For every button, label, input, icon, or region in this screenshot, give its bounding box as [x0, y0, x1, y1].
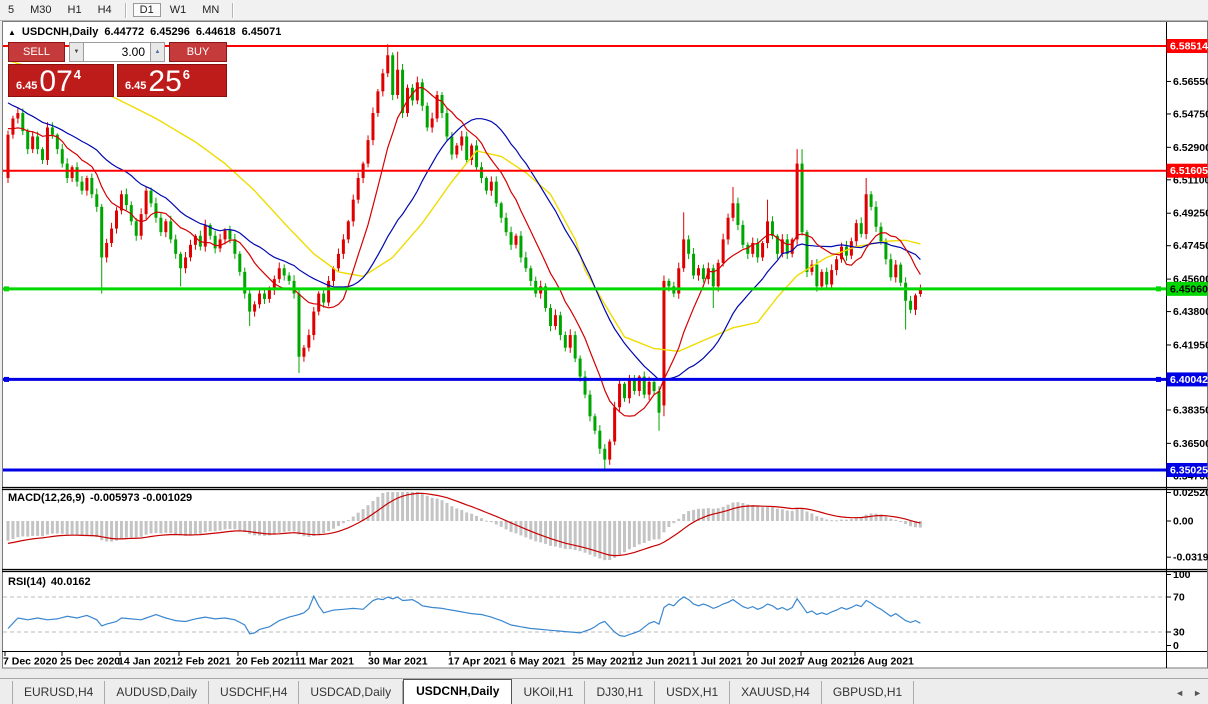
- svg-text:6.40042: 6.40042: [1170, 374, 1208, 386]
- tab-scroll-left-icon[interactable]: ◄: [1175, 688, 1184, 698]
- svg-text:6.52900: 6.52900: [1173, 142, 1208, 154]
- timeframe-button-w1[interactable]: W1: [163, 3, 194, 17]
- buy-price-pip: 6: [182, 67, 191, 82]
- chart-tab-usdx-h1[interactable]: USDX,H1: [655, 681, 731, 704]
- timeframe-toolbar: 5 M30 H1 H4 D1 W1 MN: [0, 0, 1208, 21]
- rsi-indicator-label: RSI(14) 40.0162: [8, 576, 91, 588]
- chart-tab-ukoil-h1[interactable]: UKOil,H1: [512, 681, 586, 704]
- chart-symbol-period: USDCNH,Daily: [21, 26, 99, 38]
- timeframe-button-d1[interactable]: D1: [132, 3, 161, 17]
- svg-text:6 May 2021: 6 May 2021: [510, 656, 566, 668]
- svg-text:6.58514: 6.58514: [1170, 41, 1208, 53]
- sell-price-prefix: 6.45: [16, 80, 38, 92]
- volume-input[interactable]: 3.00: [84, 42, 150, 62]
- macd-indicator-label: MACD(12,26,9) -0.005973 -0.001029: [8, 492, 192, 504]
- svg-text:100: 100: [1173, 569, 1191, 581]
- svg-text:6.56550: 6.56550: [1173, 76, 1208, 88]
- svg-text:6.51605: 6.51605: [1170, 165, 1208, 177]
- svg-text:1 Jul 2021: 1 Jul 2021: [692, 656, 742, 668]
- svg-text:2 Feb 2021: 2 Feb 2021: [177, 656, 231, 668]
- chart-tab-dj30-h1[interactable]: DJ30,H1: [585, 681, 656, 704]
- sell-price-box[interactable]: 6.45 07 4: [8, 64, 114, 97]
- rsi-name: RSI(14): [8, 576, 46, 588]
- svg-text:6.49250: 6.49250: [1173, 208, 1208, 220]
- svg-text:25 Dec 2020: 25 Dec 2020: [60, 656, 120, 668]
- svg-text:0.00: 0.00: [1173, 516, 1194, 528]
- timeframe-button-h4[interactable]: H4: [91, 3, 119, 17]
- volume-decrease-button[interactable]: ▼: [69, 42, 84, 62]
- svg-text:12 Jun 2021: 12 Jun 2021: [631, 656, 691, 668]
- chart-tab-gbpusd-h1[interactable]: GBPUSD,H1: [822, 681, 915, 704]
- macd-values: -0.005973 -0.001029: [90, 492, 193, 504]
- volume-increase-button[interactable]: ▲: [150, 42, 165, 62]
- one-click-trade-panel: SELL ▼ 3.00 ▲ BUY 6.45 07 4 6.45 25 6: [8, 42, 227, 97]
- svg-text:7 Aug 2021: 7 Aug 2021: [799, 656, 854, 668]
- buy-price-big: 25: [148, 65, 182, 98]
- sell-price-big: 07: [39, 65, 73, 98]
- svg-text:6.54750: 6.54750: [1173, 108, 1208, 120]
- buy-button[interactable]: BUY: [169, 42, 227, 62]
- timeframe-button-mn[interactable]: MN: [195, 3, 226, 17]
- rsi-value: 40.0162: [50, 576, 91, 588]
- svg-text:26 Aug 2021: 26 Aug 2021: [853, 656, 914, 668]
- svg-text:20 Feb 2021: 20 Feb 2021: [236, 656, 296, 668]
- level-handle[interactable]: [1156, 286, 1161, 292]
- svg-text:6.36500: 6.36500: [1173, 438, 1208, 450]
- sell-button[interactable]: SELL: [8, 42, 65, 62]
- sell-price-pip: 4: [73, 67, 82, 82]
- svg-text:0.025209: 0.025209: [1173, 487, 1208, 499]
- svg-text:6.35025: 6.35025: [1170, 464, 1208, 476]
- svg-text:30: 30: [1173, 627, 1185, 639]
- collapse-panel-icon[interactable]: ▲: [8, 28, 16, 37]
- chart-tab-usdchf-h4[interactable]: USDCHF,H4: [209, 681, 300, 704]
- timeframe-button-m30[interactable]: M30: [23, 3, 58, 17]
- svg-text:6.45060: 6.45060: [1170, 283, 1208, 295]
- timeframe-button-5[interactable]: 5: [1, 3, 21, 17]
- ohlc-close: 6.45071: [241, 26, 282, 38]
- price-chart-canvas: 6.565506.547506.529006.511006.492506.474…: [2, 21, 1208, 669]
- buy-price-prefix: 6.45: [125, 80, 147, 92]
- svg-text:25 May 2021: 25 May 2021: [572, 656, 633, 668]
- toolbar-separator: [232, 2, 235, 18]
- buy-price-box[interactable]: 6.45 25 6: [117, 64, 227, 97]
- svg-text:70: 70: [1173, 592, 1185, 604]
- macd-name: MACD(12,26,9): [8, 492, 86, 504]
- level-handle[interactable]: [4, 286, 9, 292]
- svg-text:6.41950: 6.41950: [1173, 339, 1208, 351]
- svg-text:17 Apr 2021: 17 Apr 2021: [448, 656, 507, 668]
- svg-text:30 Mar 2021: 30 Mar 2021: [368, 656, 428, 668]
- spin-down-icon: ▼: [73, 49, 80, 55]
- tab-scroll-right-icon[interactable]: ►: [1193, 688, 1202, 698]
- level-handle[interactable]: [4, 376, 9, 382]
- chart-tab-usdcad-daily[interactable]: USDCAD,Daily: [299, 681, 404, 704]
- ohlc-low: 6.44618: [195, 26, 236, 38]
- tab-scroll-arrows: ◄ ►: [1175, 688, 1202, 698]
- ohlc-open: 6.44772: [104, 26, 145, 38]
- chart-tabs-bar: EURUSD,H4 AUDUSD,Daily USDCHF,H4 USDCAD,Dai…: [0, 678, 1208, 704]
- svg-text:20 Jul 2021: 20 Jul 2021: [746, 656, 802, 668]
- timeframe-button-h1[interactable]: H1: [61, 3, 89, 17]
- spin-up-icon: ▲: [154, 49, 161, 55]
- chart-title: ▲ USDCNH,Daily 6.44772 6.45296 6.44618 6…: [8, 26, 281, 38]
- ohlc-high: 6.45296: [150, 26, 190, 38]
- toolbar-separator: [124, 2, 127, 18]
- svg-text:6.47450: 6.47450: [1173, 240, 1208, 252]
- chart-tab-audusd-daily[interactable]: AUDUSD,Daily: [105, 681, 210, 704]
- level-handle[interactable]: [1156, 376, 1161, 382]
- svg-text:6.43800: 6.43800: [1173, 306, 1208, 318]
- chart-tab-usdcnh-daily[interactable]: USDCNH,Daily: [403, 679, 513, 704]
- rsi-pane: [3, 572, 1166, 651]
- chart-tab-xauusd-h4[interactable]: XAUUSD,H4: [730, 681, 822, 704]
- svg-text:11 Mar 2021: 11 Mar 2021: [295, 656, 354, 668]
- svg-text:14 Jan 2021: 14 Jan 2021: [118, 656, 177, 668]
- svg-text:6.38350: 6.38350: [1173, 404, 1208, 416]
- svg-text:0: 0: [1173, 640, 1179, 652]
- chart-tab-eurusd-h4[interactable]: EURUSD,H4: [12, 681, 106, 704]
- svg-text:-0.031994: -0.031994: [1173, 552, 1208, 564]
- svg-text:7 Dec 2020: 7 Dec 2020: [3, 656, 57, 668]
